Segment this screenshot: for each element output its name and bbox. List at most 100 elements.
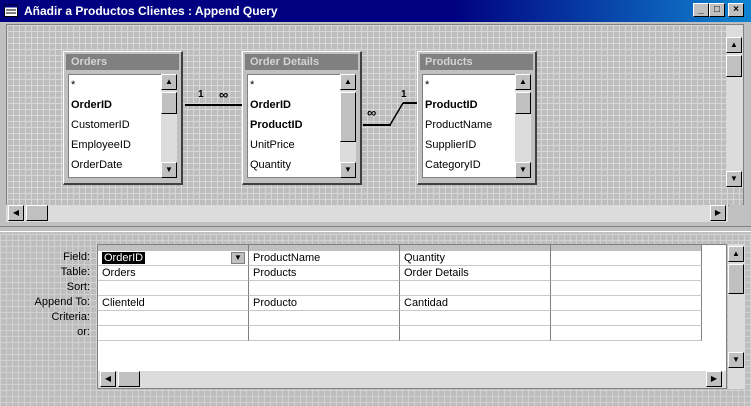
scroll-right-button[interactable]: ▶ xyxy=(710,205,726,221)
relationship-one-label: 1 xyxy=(401,89,407,100)
field-item-key[interactable]: ProductID xyxy=(248,115,341,135)
table-pane-vertical-scrollbar[interactable]: ▲ ▼ xyxy=(726,25,743,187)
scroll-right-button[interactable]: ▶ xyxy=(706,371,722,387)
scroll-up-button[interactable]: ▲ xyxy=(728,246,744,262)
field-list-items[interactable]: * OrderID ProductID UnitPrice Quantity xyxy=(247,74,342,178)
row-label-or: or: xyxy=(77,326,90,338)
close-button[interactable]: × xyxy=(728,3,744,17)
field-item-key[interactable]: ProductID xyxy=(423,95,516,115)
scroll-down-button[interactable]: ▼ xyxy=(515,162,531,178)
scroll-thumb[interactable] xyxy=(728,264,744,294)
grid-cell-criteria[interactable] xyxy=(98,311,249,326)
scroll-thumb[interactable] xyxy=(161,92,177,114)
field-item[interactable]: CustomerID xyxy=(69,115,162,135)
scroll-thumb[interactable] xyxy=(26,205,48,221)
arrow-down-icon: ▼ xyxy=(165,165,173,174)
arrow-up-icon: ▲ xyxy=(732,249,740,258)
field-list-title[interactable]: Order Details xyxy=(245,54,358,70)
field-item[interactable]: Quantity xyxy=(248,155,341,175)
scroll-down-button[interactable]: ▼ xyxy=(340,162,356,178)
grid-cell-sort[interactable] xyxy=(551,281,702,296)
field-item[interactable]: * xyxy=(248,75,341,95)
grid-vertical-scrollbar[interactable]: ▲ ▼ xyxy=(728,244,745,389)
grid-cell-field[interactable]: ProductName xyxy=(249,251,400,266)
join-line-details-products[interactable] xyxy=(363,124,391,126)
scroll-up-button[interactable]: ▲ xyxy=(726,37,742,53)
field-list-orders[interactable]: Orders * OrderID CustomerID EmployeeID O… xyxy=(63,51,183,185)
grid-cell-append-to[interactable]: Producto xyxy=(249,296,400,311)
grid-cell-field[interactable]: OrderID ▼ xyxy=(98,251,249,266)
field-item[interactable]: * xyxy=(69,75,162,95)
field-item-key[interactable]: OrderID xyxy=(248,95,341,115)
grid-cell-sort[interactable] xyxy=(249,281,400,296)
grid-cell-or[interactable] xyxy=(98,326,249,341)
grid-cell-append-to[interactable]: Cantidad xyxy=(400,296,551,311)
table-pane-horizontal-scrollbar[interactable]: ◀ ▶ xyxy=(6,205,728,222)
field-list-title[interactable]: Products xyxy=(420,54,533,70)
minimize-button[interactable]: _ xyxy=(693,3,709,17)
grid-cell-or[interactable] xyxy=(551,326,702,341)
scroll-up-button[interactable]: ▲ xyxy=(515,74,531,90)
arrow-down-icon: ▼ xyxy=(344,165,352,174)
maximize-button[interactable]: □ xyxy=(709,3,725,17)
grid-cell-sort[interactable] xyxy=(400,281,551,296)
field-list-order-details[interactable]: Order Details * OrderID ProductID UnitPr… xyxy=(242,51,362,185)
relationship-many-label: ∞ xyxy=(367,105,377,120)
grid-cell-criteria[interactable] xyxy=(249,311,400,326)
query-design-grid[interactable]: OrderID ▼ Orders Clienteld ProductName P… xyxy=(97,244,727,389)
grid-cell-or[interactable] xyxy=(249,326,400,341)
grid-cell-table[interactable]: Orders xyxy=(98,266,249,281)
grid-cell-table[interactable]: Order Details xyxy=(400,266,551,281)
field-item[interactable]: OrderDate xyxy=(69,155,162,175)
scroll-up-button[interactable]: ▲ xyxy=(161,74,177,90)
arrow-left-icon: ◀ xyxy=(104,374,112,383)
size-grip[interactable] xyxy=(729,205,747,222)
grid-cell-append-to[interactable] xyxy=(551,296,702,311)
scroll-thumb[interactable] xyxy=(515,92,531,114)
grid-cell-field[interactable]: Quantity xyxy=(400,251,551,266)
pane-splitter[interactable] xyxy=(0,226,751,232)
arrow-down-icon: ▼ xyxy=(730,174,738,183)
scroll-down-button[interactable]: ▼ xyxy=(726,171,742,187)
field-item-key[interactable]: OrderID xyxy=(69,95,162,115)
scroll-down-button[interactable]: ▼ xyxy=(161,162,177,178)
window-title-bar[interactable]: Añadir a Productos Clientes : Append Que… xyxy=(0,0,751,22)
join-line-orders-details[interactable] xyxy=(185,104,243,106)
scroll-left-button[interactable]: ◀ xyxy=(8,205,24,221)
grid-cell-criteria[interactable] xyxy=(551,311,702,326)
grid-cell-sort[interactable] xyxy=(98,281,249,296)
field-list-scrollbar[interactable]: ▲ ▼ xyxy=(340,74,356,178)
field-item[interactable]: EmployeeID xyxy=(69,135,162,155)
selected-field-value[interactable]: OrderID xyxy=(102,252,146,264)
scroll-thumb[interactable] xyxy=(726,55,742,77)
grid-cell-table[interactable] xyxy=(551,266,702,281)
field-list-scrollbar[interactable]: ▲ ▼ xyxy=(161,74,177,178)
grid-cell-field[interactable] xyxy=(551,251,702,266)
field-item[interactable]: * xyxy=(423,75,516,95)
grid-cell-criteria[interactable] xyxy=(400,311,551,326)
grid-cell-append-to[interactable]: Clienteld xyxy=(98,296,249,311)
field-list-title[interactable]: Orders xyxy=(66,54,179,70)
grid-cell-table[interactable]: Products xyxy=(249,266,400,281)
scroll-up-button[interactable]: ▲ xyxy=(340,74,356,90)
field-item[interactable]: CategoryID xyxy=(423,155,516,175)
minimize-icon: _ xyxy=(698,4,704,15)
maximize-icon: □ xyxy=(713,4,721,15)
scroll-thumb[interactable] xyxy=(118,371,140,387)
field-list-scrollbar[interactable]: ▲ ▼ xyxy=(515,74,531,178)
grid-horizontal-scrollbar[interactable]: ◀ ▶ xyxy=(98,371,726,388)
grid-cell-or[interactable] xyxy=(400,326,551,341)
field-list-products[interactable]: Products * ProductID ProductName Supplie… xyxy=(417,51,537,185)
field-item[interactable]: UnitPrice xyxy=(248,135,341,155)
relationship-one-label: 1 xyxy=(198,89,204,100)
grid-row-labels: Field: Table: Sort: Append To: Criteria:… xyxy=(0,250,94,340)
scroll-thumb[interactable] xyxy=(340,92,356,142)
scroll-left-button[interactable]: ◀ xyxy=(100,371,116,387)
table-pane[interactable]: Orders * OrderID CustomerID EmployeeID O… xyxy=(6,24,744,206)
scroll-down-button[interactable]: ▼ xyxy=(728,352,744,368)
field-list-items[interactable]: * ProductID ProductName SupplierID Categ… xyxy=(422,74,517,178)
dropdown-arrow-icon[interactable]: ▼ xyxy=(231,252,245,264)
field-item[interactable]: SupplierID xyxy=(423,135,516,155)
field-item[interactable]: ProductName xyxy=(423,115,516,135)
field-list-items[interactable]: * OrderID CustomerID EmployeeID OrderDat… xyxy=(68,74,163,178)
